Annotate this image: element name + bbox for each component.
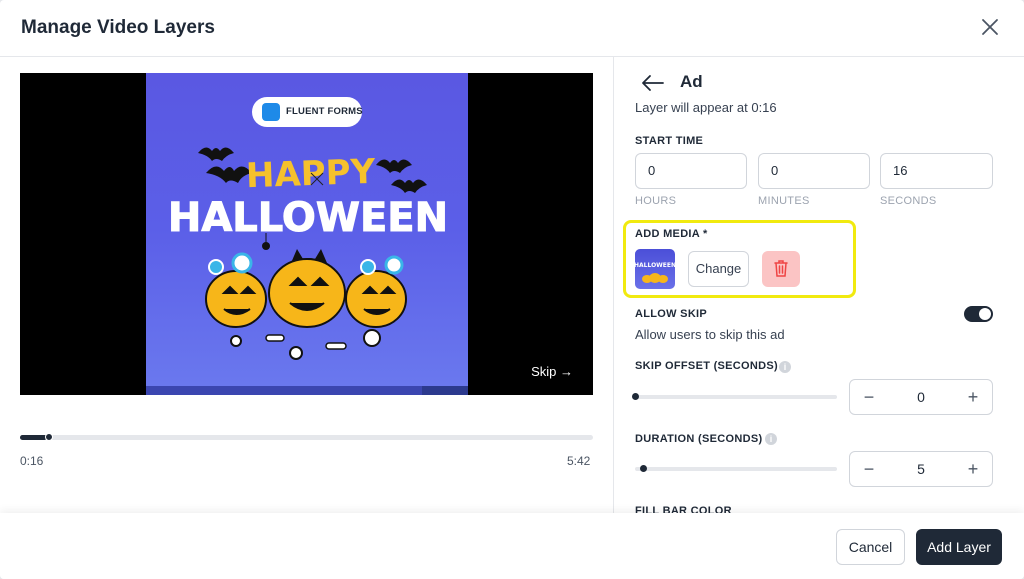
skip-offset-label: SKIP OFFSET (SECONDS) [635, 360, 778, 372]
skip-offset-increment-button[interactable]: + [956, 380, 990, 414]
add-media-label: ADD MEDIA * [635, 228, 708, 240]
duration-increment-button[interactable]: + [956, 452, 990, 486]
delete-media-button[interactable] [762, 251, 800, 287]
media-thumbnail-image: HALLOWEEN [635, 262, 675, 283]
skip-offset-info-icon[interactable]: i [779, 361, 791, 373]
allow-skip-description: Allow users to skip this ad [635, 327, 785, 342]
svg-text:HALLOWEEN: HALLOWEEN [635, 262, 675, 269]
cancel-button[interactable]: Cancel [836, 529, 905, 565]
trash-icon [774, 260, 788, 277]
timeline-progress [20, 435, 47, 440]
arrow-left-icon[interactable] [641, 74, 665, 92]
layer-type-title: Ad [680, 72, 703, 91]
duration-value[interactable]: 5 [884, 452, 958, 486]
manage-video-layers-modal: Manage Video Layers FLUENT FORMS HAPPY H… [0, 0, 1024, 579]
video-buffer-strip-end [422, 386, 468, 395]
skip-offset-slider[interactable] [635, 395, 837, 399]
skip-offset-value[interactable]: 0 [884, 380, 958, 414]
change-media-button[interactable]: Change [688, 251, 749, 287]
start-time-label: START TIME [635, 135, 704, 147]
duration-slider-handle[interactable] [640, 465, 647, 472]
duration-slider[interactable] [635, 467, 837, 471]
modal-footer: Cancel Add Layer [0, 513, 1024, 579]
hours-input[interactable]: 0 [635, 153, 747, 189]
add-layer-button[interactable]: Add Layer [916, 529, 1002, 565]
layer-settings-panel: Ad Layer will appear at 0:16 START TIME … [615, 57, 1024, 513]
allow-skip-toggle[interactable] [964, 306, 993, 322]
close-icon[interactable] [980, 17, 1000, 37]
media-thumbnail: HALLOWEEN [635, 249, 675, 289]
duration-decrement-button[interactable]: − [852, 452, 886, 486]
svg-text:HAPPY: HAPPY [245, 152, 376, 196]
timeline-handle[interactable] [45, 433, 53, 441]
svg-text:HALLOWEEN: HALLOWEEN [168, 195, 448, 241]
minutes-label: MINUTES [758, 195, 810, 207]
modal-title: Manage Video Layers [21, 17, 215, 38]
toggle-knob [979, 308, 991, 320]
hours-label: HOURS [635, 195, 677, 207]
timeline-track[interactable] [20, 435, 593, 440]
layer-appear-text: Layer will appear at 0:16 [635, 100, 777, 115]
video-player[interactable]: FLUENT FORMS HAPPY HALLOWEEN Skip → [20, 73, 593, 395]
fill-bar-color-label: FILL BAR COLOR [635, 505, 732, 513]
duration-label: DURATION (SECONDS) [635, 433, 763, 445]
skip-offset-slider-handle[interactable] [632, 393, 639, 400]
duration-stepper: − 5 + [849, 451, 993, 487]
skip-button[interactable]: Skip → [531, 364, 573, 379]
halloween-artwork: HAPPY HALLOWEEN [167, 147, 449, 360]
minutes-input[interactable]: 0 [758, 153, 870, 189]
allow-skip-label: ALLOW SKIP [635, 308, 708, 320]
skip-offset-stepper: − 0 + [849, 379, 993, 415]
seconds-input[interactable]: 16 [880, 153, 993, 189]
video-frame: FLUENT FORMS HAPPY HALLOWEEN [146, 73, 468, 386]
video-preview-panel: FLUENT FORMS HAPPY HALLOWEEN Skip → 0:16… [0, 57, 614, 513]
seconds-label: SECONDS [880, 195, 937, 207]
duration-info-icon[interactable]: i [765, 433, 777, 445]
skip-offset-decrement-button[interactable]: − [852, 380, 886, 414]
video-buffer-strip [146, 386, 468, 395]
total-time: 5:42 [567, 454, 591, 468]
modal-header: Manage Video Layers [0, 0, 1024, 57]
current-time: 0:16 [20, 454, 44, 468]
